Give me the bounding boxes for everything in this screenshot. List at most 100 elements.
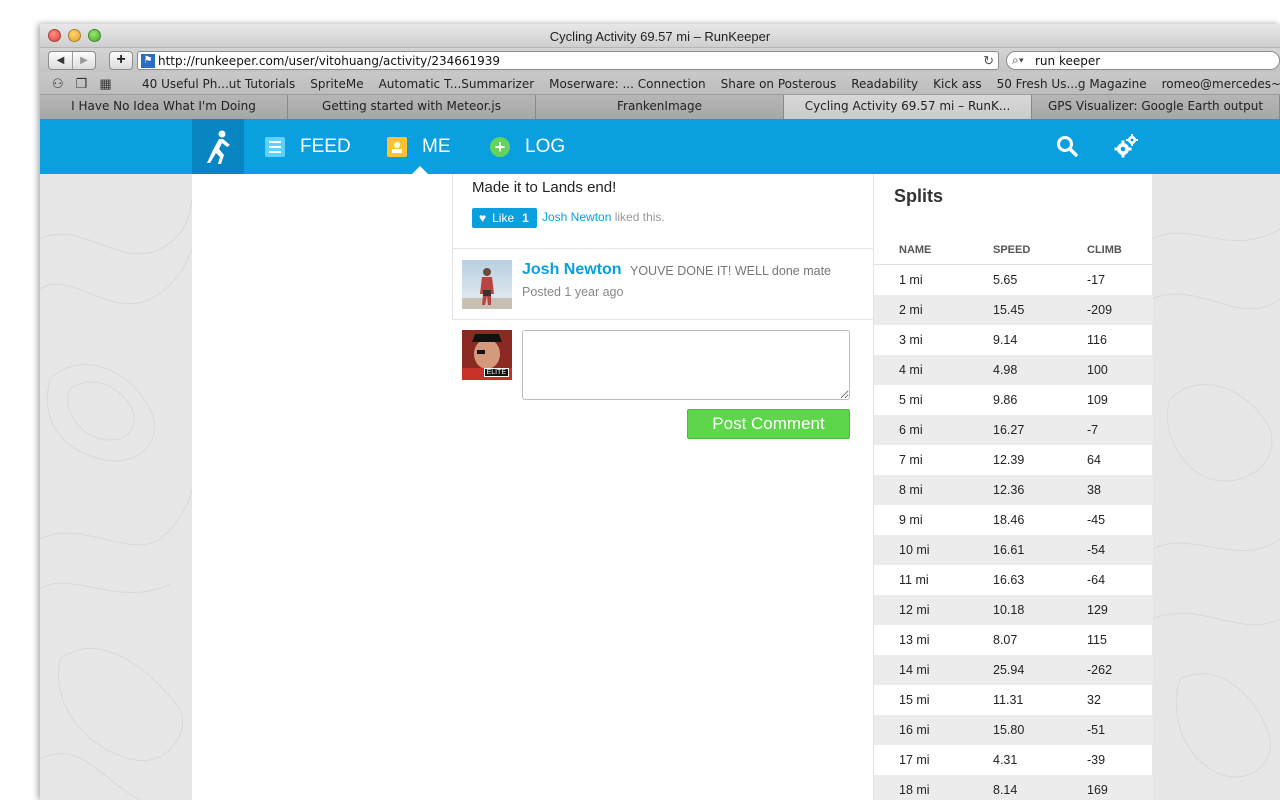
splits-panel: Splits NAME SPEED CLIMB 1 mi 5.65 -17 2 mi 1… [873,174,1153,800]
web-page: FEED ME + LOG Made it to Lands end! ♥ Li… [40,119,1280,800]
tab-active[interactable]: Cycling Activity 69.57 mi – RunK... [784,95,1032,119]
split-speed: 12.39 [993,453,1025,467]
split-speed: 9.86 [993,393,1018,407]
header-speed: SPEED [993,244,1031,256]
split-speed: 4.31 [993,753,1018,767]
split-speed: 12.36 [993,483,1025,497]
current-user-avatar[interactable]: ELITE [462,330,512,380]
window-title: Cycling Activity 69.57 mi – RunKeeper [549,29,771,44]
liker-link[interactable]: Josh Newton [542,210,611,224]
split-row: 15 mi 11.31 32 [874,685,1153,715]
book-icon[interactable]: ❐ [76,76,88,92]
split-climb: 38 [1087,483,1101,497]
grid-icon[interactable]: ▦ [99,76,111,92]
split-speed: 18.46 [993,513,1025,527]
add-bookmark-button[interactable]: + [109,51,133,70]
comment-input[interactable] [522,330,850,400]
browser-window: Cycling Activity 69.57 mi – RunKeeper ◀ … [40,24,1280,800]
bookmark-link[interactable]: Moserware: ... Connection [549,77,706,91]
runner-icon [207,130,230,164]
nav-log-label: LOG [525,135,566,157]
divider [452,319,873,320]
split-speed: 8.07 [993,633,1018,647]
split-climb: 32 [1087,693,1101,707]
split-speed: 5.65 [993,273,1018,287]
reload-icon[interactable]: ↻ [983,53,994,69]
split-name: 12 mi [899,603,930,617]
activity-comments: Made it to Lands end! ♥ Like 1 Josh Newt… [452,174,873,800]
split-speed: 16.61 [993,543,1025,557]
split-speed: 15.45 [993,303,1025,317]
split-climb: -39 [1087,753,1106,767]
split-row: 2 mi 15.45 -209 [874,295,1153,325]
tab-bar: I Have No Idea What I'm Doing Getting sta… [40,95,1280,119]
bookmark-link[interactable]: Automatic T...Summarizer [379,77,535,91]
split-name: 2 mi [899,303,923,317]
header-climb: CLIMB [1087,244,1122,256]
forward-button[interactable]: ▶ [72,52,95,69]
nav-me-label: ME [422,135,451,157]
split-name: 18 mi [899,783,930,797]
bookmark-link[interactable]: Share on Posterous [721,77,837,91]
search-field[interactable]: ⌕▾ run keeper [1006,51,1280,70]
split-name: 5 mi [899,393,923,407]
split-name: 9 mi [899,513,923,527]
split-row: 3 mi 9.14 116 [874,325,1153,355]
split-name: 11 mi [899,573,929,587]
split-climb: -54 [1087,543,1106,557]
back-button[interactable]: ◀ [49,52,72,69]
split-climb: 169 [1087,783,1108,797]
activity-caption: Made it to Lands end! [472,179,617,196]
split-name: 14 mi [899,663,930,677]
split-row: 5 mi 9.86 109 [874,385,1153,415]
search-button[interactable] [1056,135,1078,162]
bookmark-link[interactable]: Readability [851,77,918,91]
commenter-avatar[interactable] [462,260,512,309]
split-climb: 109 [1087,393,1108,407]
comment-timestamp: Posted 1 year ago [522,285,624,299]
splits-header: NAME SPEED CLIMB [874,235,1153,265]
browser-tab[interactable]: Getting started with Meteor.js [288,95,536,119]
split-name: 10 mi [899,543,930,557]
nav-log[interactable]: + LOG [490,119,565,174]
comment-text: YOUVE DONE IT! WELL done mate [630,264,831,278]
like-label: Like [492,211,515,225]
split-speed: 4.98 [993,363,1018,377]
split-climb: 115 [1087,633,1107,647]
split-climb: -45 [1087,513,1106,527]
liked-by-text: Josh Newton liked this. [542,210,665,224]
commenter-name[interactable]: Josh Newton [522,261,622,279]
split-name: 17 mi [899,753,930,767]
bookmark-link[interactable]: Kick ass [933,77,981,91]
browser-tab[interactable]: I Have No Idea What I'm Doing [40,95,288,119]
split-speed: 11.31 [993,693,1024,707]
splits-title: Splits [894,186,944,206]
split-speed: 16.27 [993,423,1025,437]
split-name: 16 mi [899,723,930,737]
post-comment-button[interactable]: Post Comment [687,409,850,439]
bookmark-tools: ⚇ ❐ ▦ [52,76,112,92]
settings-button[interactable] [1113,133,1139,164]
split-name: 7 mi [899,453,923,467]
split-row: 1 mi 5.65 -17 [874,265,1153,295]
nav-feed[interactable]: FEED [265,119,351,174]
split-speed: 15.80 [993,723,1025,737]
nav-feed-label: FEED [300,135,351,157]
split-row: 6 mi 16.27 -7 [874,415,1153,445]
address-bar[interactable]: ⚑ http://runkeeper.com/user/vitohuang/ac… [137,51,999,70]
reading-glasses-icon[interactable]: ⚇ [52,76,64,92]
feed-icon [265,136,285,157]
bookmark-link[interactable]: SpriteMe [310,77,363,91]
browser-tab[interactable]: GPS Visualizer: Google Earth output [1032,95,1280,119]
split-row: 16 mi 15.80 -51 [874,715,1153,745]
runkeeper-logo[interactable] [192,119,244,174]
bookmark-link[interactable]: romeo@mercedes~$ [1162,77,1280,91]
like-button[interactable]: ♥ Like 1 [472,208,537,228]
browser-tab[interactable]: FrankenImage [536,95,784,119]
split-climb: -64 [1087,573,1106,587]
split-row: 11 mi 16.63 -64 [874,565,1153,595]
split-speed: 16.63 [993,573,1025,587]
bookmark-link[interactable]: 50 Fresh Us...g Magazine [997,77,1147,91]
bookmark-link[interactable]: 40 Useful Ph...ut Tutorials [142,77,295,91]
split-name: 1 mi [899,273,923,287]
